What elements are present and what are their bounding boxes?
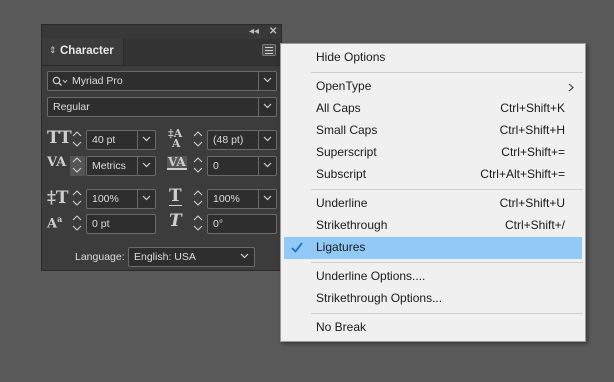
baseline-shift-icon: Aa [47, 214, 63, 232]
leading-field[interactable]: (48 pt) [207, 130, 277, 150]
skew-icon: T [169, 211, 182, 231]
horizontal-scale-field[interactable]: 100% [207, 189, 277, 209]
kerning-icon: VA [47, 155, 67, 170]
font-size-field[interactable]: 40 pt [86, 130, 156, 150]
horizontal-scale-stepper[interactable] [191, 189, 206, 209]
skew-field[interactable]: 0° [207, 214, 277, 234]
character-panel: ◂◂ ✕ ⇕ Character Myriad Pro Regular TT 4… [41, 24, 282, 271]
vertical-scale-icon: ‡T [47, 188, 69, 208]
skew-value: 0° [213, 218, 224, 230]
leading-stepper[interactable] [191, 130, 206, 150]
tracking-field[interactable]: 0 [207, 156, 277, 176]
double-chevron-left-icon[interactable]: ◂◂ [249, 26, 259, 38]
panel-title: Character [60, 45, 114, 57]
menu-item-opentype[interactable]: OpenType [281, 76, 585, 98]
panel-tab-row: ⇕ Character [42, 39, 281, 66]
menu-item-underline-options[interactable]: Underline Options.... [281, 266, 585, 288]
menu-item-hide-options[interactable]: Hide Options [281, 47, 585, 69]
vertical-scale-value: 100% [92, 193, 119, 205]
menu-item-strikethrough[interactable]: Strikethrough Ctrl+Shift+/ [281, 215, 585, 237]
tracking-value: 0 [213, 160, 219, 172]
chevron-down-icon[interactable] [258, 190, 276, 208]
menu-separator [311, 72, 583, 73]
baseline-shift-value: 0 pt [92, 218, 110, 230]
skew-stepper[interactable] [191, 214, 206, 234]
vertical-scale-field[interactable]: 100% [86, 189, 156, 209]
menu-separator [311, 313, 583, 314]
font-style-value: Regular [53, 101, 90, 113]
leading-value: (48 pt) [213, 134, 244, 146]
chevron-right-icon [568, 83, 574, 92]
panel-options-menu: Hide Options OpenType All Caps Ctrl+Shif… [280, 43, 586, 342]
menu-item-strikethrough-options[interactable]: Strikethrough Options... [281, 288, 585, 310]
chevron-down-icon[interactable] [258, 98, 276, 116]
font-style-field[interactable]: Regular [47, 97, 277, 117]
chevron-down-icon[interactable] [258, 72, 276, 90]
language-label: Language: [75, 251, 125, 263]
horizontal-scale-icon: T [169, 186, 182, 206]
horizontal-scale-value: 100% [213, 193, 240, 205]
expand-collapse-icon: ⇕ [49, 45, 57, 55]
font-family-field[interactable]: Myriad Pro [47, 71, 277, 91]
leading-icon: ‡A A [168, 127, 183, 150]
menu-separator [311, 189, 583, 190]
menu-item-no-break[interactable]: No Break [281, 317, 585, 339]
menu-item-subscript[interactable]: Subscript Ctrl+Alt+Shift+= [281, 164, 585, 186]
tab-character[interactable]: ⇕ Character [42, 39, 124, 65]
chevron-down-icon[interactable] [137, 157, 155, 175]
panel-menu-button[interactable] [262, 44, 276, 56]
language-select[interactable]: English: USA [128, 247, 255, 267]
chevron-down-icon[interactable] [258, 157, 276, 175]
font-size-icon: TT [47, 128, 72, 148]
chevron-down-icon[interactable] [137, 190, 155, 208]
menu-item-ligatures[interactable]: Ligatures [284, 237, 582, 259]
chevron-down-icon[interactable] [258, 131, 276, 149]
chevron-down-icon[interactable] [137, 131, 155, 149]
font-family-value: Myriad Pro [72, 75, 123, 87]
chevron-down-icon[interactable] [236, 248, 254, 266]
font-size-value: 40 pt [92, 134, 116, 146]
panel-titlebar: ◂◂ ✕ [42, 25, 281, 40]
tracking-icon: VA [167, 155, 187, 170]
baseline-shift-field[interactable]: 0 pt [86, 214, 156, 234]
menu-separator [311, 262, 583, 263]
menu-item-small-caps[interactable]: Small Caps Ctrl+Shift+H [281, 120, 585, 142]
font-size-stepper[interactable] [70, 130, 85, 150]
menu-item-underline[interactable]: Underline Ctrl+Shift+U [281, 193, 585, 215]
close-icon[interactable]: ✕ [269, 26, 277, 38]
kerning-field[interactable]: Metrics [86, 156, 156, 176]
language-value: English: USA [134, 251, 196, 263]
kerning-stepper[interactable] [70, 156, 85, 176]
tracking-stepper[interactable] [191, 156, 206, 176]
vertical-scale-stepper[interactable] [70, 189, 85, 209]
menu-item-all-caps[interactable]: All Caps Ctrl+Shift+K [281, 98, 585, 120]
menu-item-superscript[interactable]: Superscript Ctrl+Shift+= [281, 142, 585, 164]
baseline-shift-stepper[interactable] [70, 214, 85, 234]
checkmark-icon [291, 242, 303, 253]
search-icon [52, 76, 68, 86]
kerning-value: Metrics [92, 160, 126, 172]
